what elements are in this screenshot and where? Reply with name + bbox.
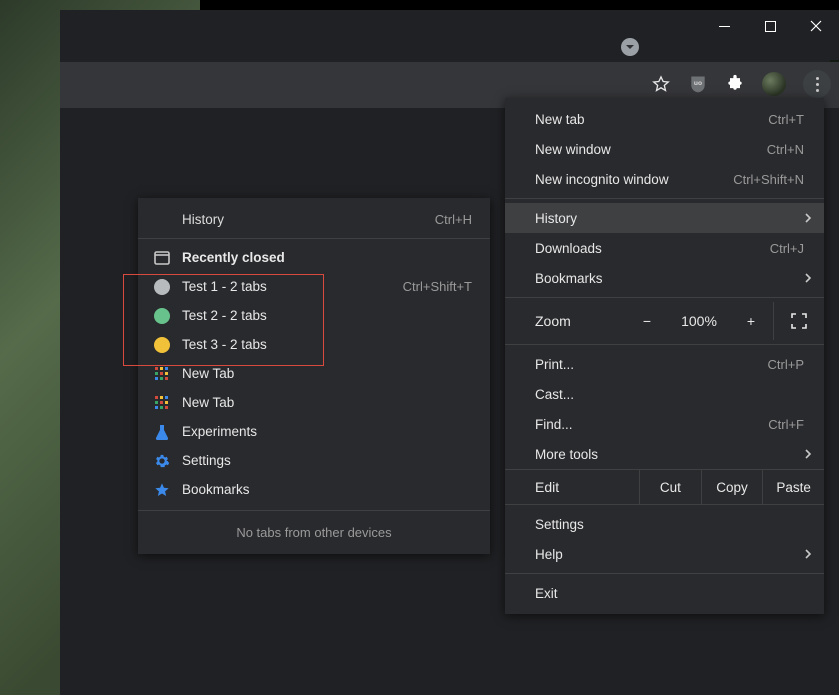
history-entry-label: New Tab — [182, 395, 234, 410]
edit-copy[interactable]: Copy — [701, 470, 763, 504]
history-entry-label: New Tab — [182, 366, 234, 381]
bookmark-star-icon[interactable] — [651, 74, 671, 94]
menu-new-tab[interactable]: New tab Ctrl+T — [505, 104, 824, 134]
tab-group-label: Test 2 - 2 tabs — [182, 308, 267, 323]
menu-print[interactable]: Print... Ctrl+P — [505, 349, 824, 379]
gear-icon — [153, 452, 171, 470]
chevron-right-icon — [804, 447, 812, 462]
tab-group-label: Test 3 - 2 tabs — [182, 337, 267, 352]
menu-history[interactable]: History — [505, 203, 824, 233]
menu-item-label: New window — [535, 142, 767, 157]
search-tabs-button[interactable] — [621, 38, 639, 56]
window-controls — [701, 10, 839, 42]
flask-icon — [153, 423, 171, 441]
menu-item-label: More tools — [535, 447, 804, 462]
chrome-menu-button[interactable] — [803, 70, 831, 98]
recent-tab-group[interactable]: Test 2 - 2 tabs — [138, 301, 490, 330]
menu-item-shortcut: Ctrl+T — [768, 112, 804, 127]
recently-closed-header: Recently closed — [138, 243, 490, 272]
window-titlebar — [60, 10, 839, 60]
menu-item-label: New tab — [535, 112, 768, 127]
history-entry-label: Bookmarks — [182, 482, 250, 497]
menu-help[interactable]: Help — [505, 539, 824, 569]
chevron-right-icon — [804, 547, 812, 562]
menu-find[interactable]: Find... Ctrl+F — [505, 409, 824, 439]
history-entry[interactable]: Settings — [138, 446, 490, 475]
menu-exit[interactable]: Exit — [505, 578, 824, 608]
maximize-button[interactable] — [747, 10, 793, 42]
recent-tab-group[interactable]: Test 1 - 2 tabs Ctrl+Shift+T — [138, 272, 490, 301]
extensions-puzzle-icon[interactable] — [725, 74, 745, 94]
history-entry[interactable]: Bookmarks — [138, 475, 490, 504]
history-entry[interactable]: New Tab — [138, 388, 490, 417]
recent-tab-group[interactable]: Test 3 - 2 tabs — [138, 330, 490, 359]
menu-item-label: Bookmarks — [535, 271, 804, 286]
menu-cast[interactable]: Cast... — [505, 379, 824, 409]
menu-separator — [505, 344, 824, 345]
menu-bookmarks[interactable]: Bookmarks — [505, 263, 824, 293]
svg-text:uo: uo — [694, 80, 702, 87]
tab-group-shortcut: Ctrl+Shift+T — [403, 279, 472, 294]
history-entry[interactable]: Experiments — [138, 417, 490, 446]
menu-item-label: Downloads — [535, 241, 770, 256]
recently-closed-label: Recently closed — [182, 250, 285, 265]
menu-item-label: Exit — [535, 586, 804, 601]
tab-group-label: Test 1 - 2 tabs — [182, 279, 267, 294]
close-button[interactable] — [793, 10, 839, 42]
grid-icon — [153, 394, 171, 412]
window-icon — [153, 249, 171, 267]
menu-item-label: Cast... — [535, 387, 804, 402]
edit-label: Edit — [505, 470, 639, 504]
tab-group-color-icon — [154, 308, 170, 324]
chevron-right-icon — [804, 211, 812, 226]
menu-item-shortcut: Ctrl+Shift+N — [733, 172, 804, 187]
history-entry-label: Settings — [182, 453, 231, 468]
profile-avatar[interactable] — [762, 72, 786, 96]
menu-zoom-row: Zoom − 100% + — [505, 302, 824, 340]
menu-new-incognito[interactable]: New incognito window Ctrl+Shift+N — [505, 164, 824, 194]
history-open-full[interactable]: History Ctrl+H — [138, 202, 490, 234]
edit-paste[interactable]: Paste — [762, 470, 824, 504]
history-entry[interactable]: New Tab — [138, 359, 490, 388]
edit-cut[interactable]: Cut — [639, 470, 701, 504]
menu-item-shortcut: Ctrl+N — [767, 142, 804, 157]
chrome-main-menu: New tab Ctrl+T New window Ctrl+N New inc… — [505, 98, 824, 614]
menu-separator — [505, 297, 824, 298]
chevron-right-icon — [804, 271, 812, 286]
menu-item-label: Help — [535, 547, 804, 562]
menu-item-label: New incognito window — [535, 172, 733, 187]
ublock-extension-icon[interactable]: uo — [688, 74, 708, 94]
menu-item-label: History — [535, 211, 804, 226]
menu-item-shortcut: Ctrl+P — [768, 357, 804, 372]
menu-more-tools[interactable]: More tools — [505, 439, 824, 469]
menu-edit-row: Edit Cut Copy Paste — [505, 469, 824, 505]
menu-item-label: Settings — [535, 517, 804, 532]
menu-item-label: Find... — [535, 417, 768, 432]
menu-settings[interactable]: Settings — [505, 509, 824, 539]
history-submenu: History Ctrl+H Recently closed Test 1 - … — [138, 198, 490, 554]
grid-icon — [153, 365, 171, 383]
history-header-shortcut: Ctrl+H — [435, 212, 472, 227]
tab-group-color-icon — [154, 279, 170, 295]
menu-separator — [505, 198, 824, 199]
menu-downloads[interactable]: Downloads Ctrl+J — [505, 233, 824, 263]
menu-item-shortcut: Ctrl+F — [768, 417, 804, 432]
star-icon — [153, 481, 171, 499]
zoom-in-button[interactable]: + — [729, 313, 773, 329]
menu-item-shortcut: Ctrl+J — [770, 241, 804, 256]
zoom-value: 100% — [669, 313, 729, 329]
minimize-button[interactable] — [701, 10, 747, 42]
no-other-devices-message: No tabs from other devices — [138, 510, 490, 554]
zoom-label: Zoom — [535, 313, 625, 329]
history-header-label: History — [182, 212, 224, 227]
menu-item-label: Print... — [535, 357, 768, 372]
menu-separator — [505, 573, 824, 574]
zoom-out-button[interactable]: − — [625, 313, 669, 329]
menu-separator — [138, 238, 490, 239]
tab-group-color-icon — [154, 337, 170, 353]
history-entry-label: Experiments — [182, 424, 257, 439]
fullscreen-button[interactable] — [773, 302, 824, 340]
menu-new-window[interactable]: New window Ctrl+N — [505, 134, 824, 164]
